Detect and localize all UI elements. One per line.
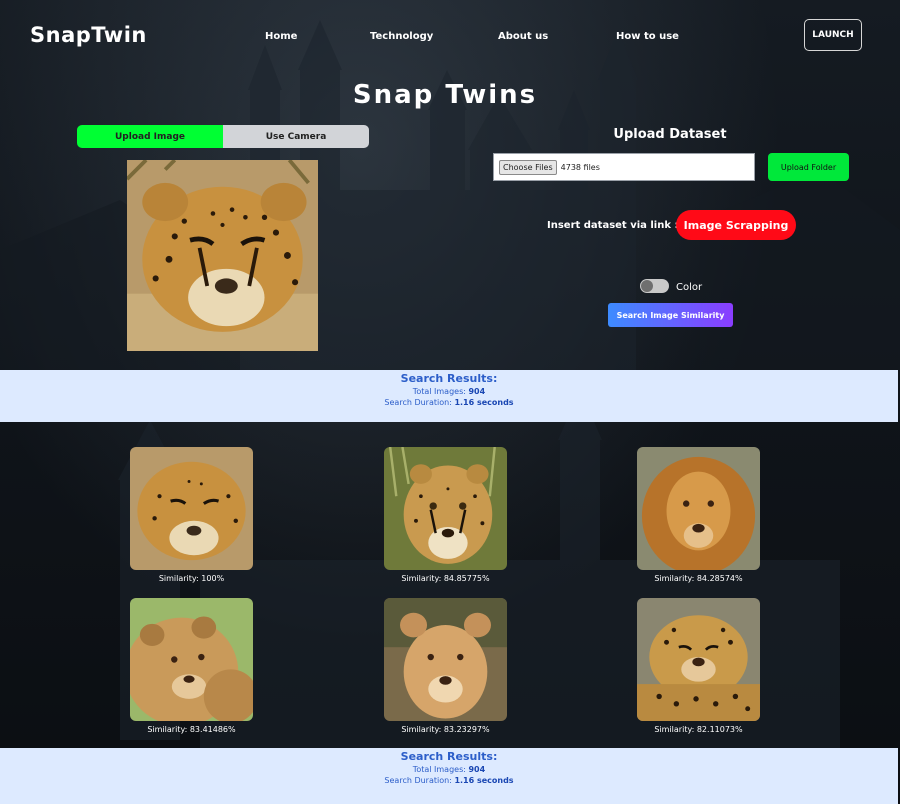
color-toggle-switch[interactable] bbox=[640, 279, 669, 293]
color-toggle-label: Color bbox=[676, 282, 703, 293]
dataset-file-input[interactable]: Choose Files 4738 files bbox=[493, 153, 755, 181]
nav-link-how-to-use[interactable]: How to use bbox=[616, 31, 679, 42]
toggle-knob bbox=[641, 280, 653, 292]
upload-dataset-title: Upload Dataset bbox=[613, 127, 727, 142]
cheetah-image bbox=[127, 160, 318, 351]
search-duration-line: Search Duration: 1.16 seconds bbox=[384, 776, 514, 785]
result-thumbnail-leopard[interactable] bbox=[637, 598, 760, 721]
similarity-label: Similarity: 84.28574% bbox=[654, 574, 743, 583]
similarity-label: Similarity: 82.11073% bbox=[654, 725, 743, 734]
brand-logo[interactable]: SnapTwin bbox=[30, 23, 147, 47]
result-thumbnail-cheetah[interactable] bbox=[130, 447, 253, 570]
launch-button[interactable]: LAUNCH bbox=[804, 19, 862, 51]
result-card[interactable]: Similarity: 83.23297% bbox=[384, 598, 507, 734]
total-images-line: Total Images: 904 bbox=[412, 765, 486, 774]
image-scrapping-button[interactable]: Image Scrapping bbox=[676, 210, 796, 240]
result-card[interactable]: Similarity: 84.28574% bbox=[637, 447, 760, 583]
result-card[interactable]: Similarity: 84.85775% bbox=[384, 447, 507, 583]
result-card[interactable]: Similarity: 82.11073% bbox=[637, 598, 760, 734]
query-image-preview bbox=[127, 160, 318, 351]
page-title: Snap Twins bbox=[352, 80, 538, 110]
similarity-label: Similarity: 100% bbox=[158, 574, 225, 583]
nav-link-technology[interactable]: Technology bbox=[370, 31, 433, 42]
nav-link-about-us[interactable]: About us bbox=[498, 31, 548, 42]
similarity-label: Similarity: 84.85775% bbox=[401, 574, 490, 583]
similarity-label: Similarity: 83.23297% bbox=[401, 725, 490, 734]
nav-link-home[interactable]: Home bbox=[265, 31, 297, 42]
insert-dataset-label: Insert dataset via link : bbox=[547, 220, 679, 231]
search-results-summary-bottom: Search Results: Total Images: 904 Search… bbox=[0, 748, 898, 804]
total-images-line: Total Images: 904 bbox=[412, 387, 486, 396]
upload-folder-button[interactable]: Upload Folder bbox=[768, 153, 849, 181]
result-thumbnail-lion-cub[interactable] bbox=[130, 598, 253, 721]
similarity-label: Similarity: 83.41486% bbox=[147, 725, 236, 734]
result-card[interactable]: Similarity: 100% bbox=[130, 447, 253, 583]
result-thumbnail-lion-cub[interactable] bbox=[384, 598, 507, 721]
result-thumbnail-cheetah[interactable] bbox=[384, 447, 507, 570]
choose-files-button[interactable]: Choose Files bbox=[499, 159, 557, 175]
tab-upload-image[interactable]: Upload Image bbox=[77, 125, 223, 148]
tab-use-camera[interactable]: Use Camera bbox=[223, 125, 369, 148]
results-title: Search Results: bbox=[400, 750, 498, 763]
result-thumbnail-lion[interactable] bbox=[637, 447, 760, 570]
result-card[interactable]: Similarity: 83.41486% bbox=[130, 598, 253, 734]
results-title: Search Results: bbox=[400, 372, 498, 385]
upload-mode-tabs: Upload Image Use Camera bbox=[77, 125, 369, 148]
search-results-summary-top: Search Results: Total Images: 904 Search… bbox=[0, 370, 898, 422]
file-count-text: 4738 files bbox=[560, 162, 600, 172]
search-duration-line: Search Duration: 1.16 seconds bbox=[384, 398, 514, 407]
top-navbar: SnapTwin Home Technology About us How to… bbox=[0, 0, 900, 72]
search-image-similarity-button[interactable]: Search Image Similarity bbox=[608, 303, 733, 327]
